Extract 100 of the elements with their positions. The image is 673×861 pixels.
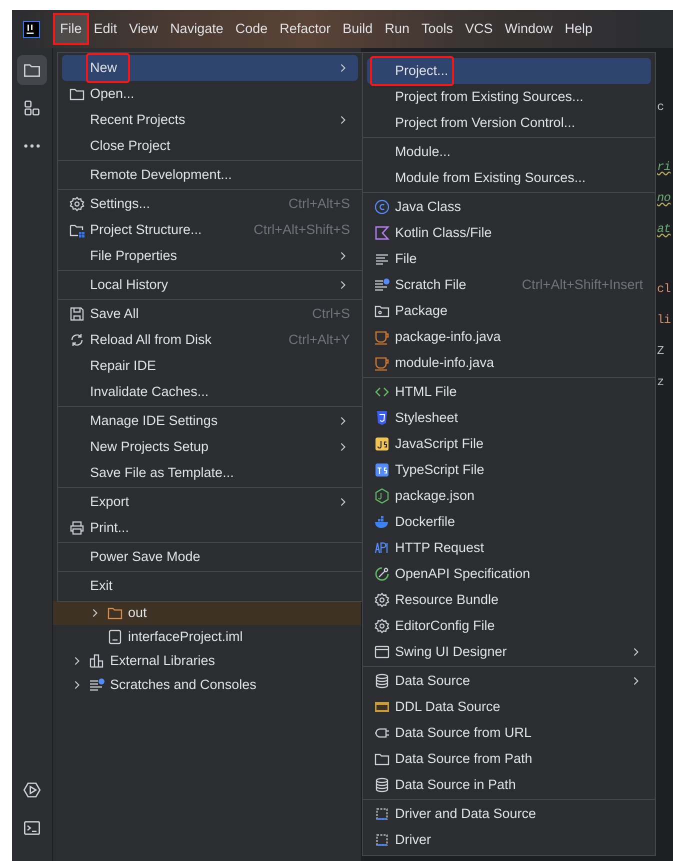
menu-item[interactable]: JavaScript File	[367, 431, 651, 457]
menu-item[interactable]: Tools	[416, 15, 458, 43]
menu-item[interactable]: Module...	[367, 139, 651, 165]
menu-item[interactable]: Driver and Data Source	[367, 801, 651, 827]
tree-label: External Libraries	[110, 652, 216, 670]
menu-item[interactable]: VCS	[460, 15, 498, 43]
ts-icon	[374, 462, 390, 478]
menu-item[interactable]: Project from Existing Sources...	[367, 84, 651, 110]
highlight-frame	[86, 53, 130, 83]
code-text: z	[657, 375, 664, 389]
menu-item[interactable]: New Projects Setup	[62, 434, 358, 460]
tree-row[interactable]: interfaceProject.iml	[53, 625, 361, 649]
menu-item[interactable]: Edit	[88, 15, 122, 43]
gear-icon	[374, 618, 390, 634]
menu-item[interactable]: module-info.java	[367, 350, 651, 376]
menu-item[interactable]: Window	[500, 15, 558, 43]
menu-item[interactable]: File	[367, 246, 651, 272]
menu-item[interactable]: Settings... Ctrl+Alt+S	[62, 191, 358, 217]
js-icon	[374, 436, 390, 452]
menu-item[interactable]: TypeScript File	[367, 457, 651, 483]
menu-item[interactable]: Kotlin Class/File	[367, 220, 651, 246]
menu-item[interactable]: Remote Development...	[62, 162, 358, 188]
menu-item[interactable]: Close Project	[62, 133, 358, 159]
menu-item[interactable]: Data Source from URL	[367, 720, 651, 746]
hexagon-icon	[374, 488, 390, 504]
menu-item[interactable]: Data Source from Path	[367, 746, 651, 772]
menu-item[interactable]: File Properties	[62, 243, 358, 269]
menu-item[interactable]: Recent Projects	[62, 107, 358, 133]
scratch-icon	[89, 677, 105, 693]
menu-item[interactable]: Scratch File Ctrl+Alt+Shift+Insert	[367, 272, 651, 298]
menu-item[interactable]: HTTP Request	[367, 535, 651, 561]
code-text: Z	[657, 344, 664, 358]
menu-item[interactable]: Java Class	[367, 194, 651, 220]
menu-item[interactable]: Print...	[62, 515, 358, 541]
folder-grid-icon	[69, 222, 85, 238]
menu-item[interactable]: Repair IDE	[62, 353, 358, 379]
menu-item[interactable]: Project...	[367, 58, 651, 84]
menu-item[interactable]: EditorConfig File	[367, 613, 651, 639]
menu-item[interactable]: Data Source in Path	[367, 772, 651, 798]
menu-item[interactable]: Navigate	[165, 15, 228, 43]
chip-icon	[374, 832, 390, 848]
menu-item[interactable]: Open...	[62, 81, 358, 107]
menu-item[interactable]: Local History	[62, 272, 358, 298]
save-icon	[69, 306, 85, 322]
menu-item[interactable]: Save All Ctrl+S	[62, 301, 358, 327]
menu-item[interactable]: Reload All from Disk Ctrl+Alt+Y	[62, 327, 358, 353]
menu-item[interactable]: HTML File	[367, 379, 651, 405]
menu-item[interactable]: Run	[380, 15, 414, 43]
menu-item[interactable]: Project from Version Control...	[367, 110, 651, 136]
menu-item[interactable]: OpenAPI Specification	[367, 561, 651, 587]
code-text: ri	[657, 160, 671, 174]
menu-item[interactable]: Power Save Mode	[62, 544, 358, 570]
menu-item[interactable]: Exit	[62, 573, 358, 599]
window-icon	[374, 644, 390, 660]
gear-icon	[69, 196, 85, 212]
tree-row[interactable]: out	[53, 601, 361, 625]
menu-item[interactable]: Code	[230, 15, 273, 43]
bar-chart-icon	[89, 653, 105, 669]
menu-item[interactable]: Stylesheet	[367, 405, 651, 431]
printer-icon	[69, 520, 85, 536]
menu-item[interactable]: Export	[62, 489, 358, 515]
tree-label: out	[128, 604, 147, 622]
menu-item[interactable]: Invalidate Caches...	[62, 379, 358, 405]
api-icon	[374, 540, 390, 556]
package-icon	[374, 303, 390, 319]
tree-row[interactable]: Scratches and Consoles	[53, 673, 361, 697]
menu-item[interactable]: Resource Bundle	[367, 587, 651, 613]
tool-window-button[interactable]	[17, 55, 47, 85]
menu-item[interactable]: File	[55, 15, 87, 43]
file-icon	[107, 629, 123, 645]
code-text: c	[657, 100, 664, 114]
menu-item[interactable]: Manage IDE Settings	[62, 408, 358, 434]
menu-item[interactable]: Package	[367, 298, 651, 324]
menu-item[interactable]: Build	[338, 15, 378, 43]
tree-row[interactable]: External Libraries	[53, 649, 361, 673]
menu-item[interactable]: Driver	[367, 827, 651, 853]
tree-label: Scratches and Consoles	[110, 676, 256, 694]
database-icon	[374, 777, 390, 793]
cup-icon	[374, 355, 390, 371]
stylesheet-icon	[374, 410, 390, 426]
menu-item[interactable]: DDL Data Source	[367, 694, 651, 720]
folder-icon	[107, 605, 123, 621]
menu-item[interactable]: Module from Existing Sources...	[367, 165, 651, 191]
menu-item[interactable]: Refactor	[274, 15, 336, 43]
kotlin-icon	[374, 225, 390, 241]
menu-item[interactable]: Data Source	[367, 668, 651, 694]
menu-item[interactable]: Swing UI Designer	[367, 639, 651, 665]
run-icon	[23, 781, 41, 799]
menu-item[interactable]: package-info.java	[367, 324, 651, 350]
menu-item[interactable]: package.json	[367, 483, 651, 509]
menu-item[interactable]: View	[124, 15, 164, 43]
menu-item[interactable]: New	[62, 55, 358, 81]
scratch-icon	[374, 277, 390, 293]
menu-item[interactable]: Help	[560, 15, 598, 43]
menu-item[interactable]: Project Structure... Ctrl+Alt+Shift+S	[62, 217, 358, 243]
code-text: li	[657, 313, 671, 327]
folder-icon	[69, 86, 85, 102]
menu-item[interactable]: Dockerfile	[367, 509, 651, 535]
code-text: cl	[657, 282, 671, 296]
menu-item[interactable]: Save File as Template...	[62, 460, 358, 486]
